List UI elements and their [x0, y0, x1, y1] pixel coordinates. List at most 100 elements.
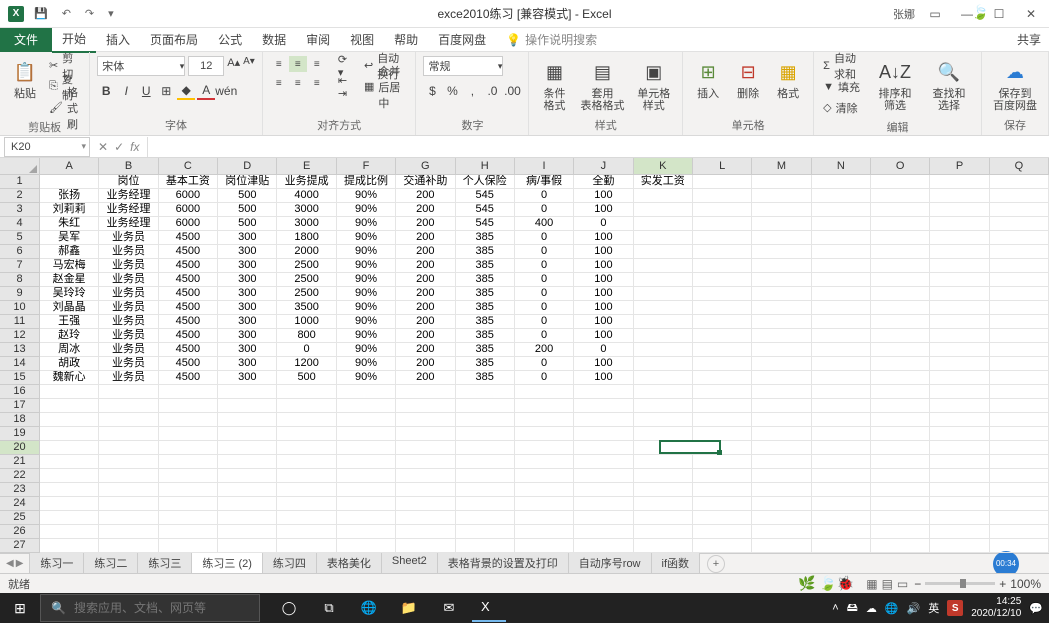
- cell[interactable]: 0: [515, 301, 574, 315]
- cell[interactable]: [99, 469, 158, 483]
- cell[interactable]: [99, 385, 158, 399]
- cortana-icon[interactable]: ◯: [272, 594, 306, 622]
- row-header[interactable]: 5: [0, 231, 40, 245]
- column-header[interactable]: F: [337, 158, 396, 175]
- ribbon-tab-帮助[interactable]: 帮助: [384, 27, 428, 52]
- increase-font-button[interactable]: A▴: [227, 56, 240, 76]
- cell[interactable]: [456, 413, 515, 427]
- cell[interactable]: [752, 497, 811, 511]
- cell[interactable]: [752, 189, 811, 203]
- cell[interactable]: [990, 427, 1049, 441]
- cell[interactable]: [693, 273, 752, 287]
- cell[interactable]: 提成比例: [337, 175, 396, 189]
- cell[interactable]: 3000: [277, 203, 336, 217]
- close-button[interactable]: ✕: [1019, 7, 1043, 21]
- redo-button[interactable]: ↷: [81, 5, 98, 22]
- cell[interactable]: [515, 399, 574, 413]
- cell[interactable]: [693, 231, 752, 245]
- font-name-select[interactable]: 宋体▾: [97, 56, 185, 76]
- cell[interactable]: [871, 427, 930, 441]
- taskbar-search-input[interactable]: [74, 601, 249, 615]
- cell[interactable]: 4500: [159, 357, 218, 371]
- cell[interactable]: 90%: [337, 231, 396, 245]
- currency-button[interactable]: $: [423, 82, 441, 100]
- cell[interactable]: 90%: [337, 189, 396, 203]
- align-top-button[interactable]: ≡: [270, 56, 288, 72]
- cell[interactable]: [456, 539, 515, 553]
- row-header[interactable]: 9: [0, 287, 40, 301]
- cell[interactable]: [693, 245, 752, 259]
- cell[interactable]: [752, 413, 811, 427]
- cell[interactable]: [515, 385, 574, 399]
- cell[interactable]: [634, 189, 693, 203]
- cell[interactable]: [277, 427, 336, 441]
- cell[interactable]: 实发工资: [634, 175, 693, 189]
- cell[interactable]: [634, 427, 693, 441]
- cell[interactable]: 200: [396, 371, 455, 385]
- cell[interactable]: 90%: [337, 343, 396, 357]
- cell[interactable]: [574, 427, 633, 441]
- cell[interactable]: [159, 525, 218, 539]
- cell[interactable]: 300: [218, 329, 277, 343]
- cell[interactable]: [337, 427, 396, 441]
- cell[interactable]: 200: [396, 203, 455, 217]
- cell[interactable]: 6000: [159, 217, 218, 231]
- page-layout-button[interactable]: ▤: [882, 577, 893, 591]
- cell[interactable]: 500: [218, 217, 277, 231]
- network-icon[interactable]: 🌐: [885, 602, 899, 615]
- cell[interactable]: [634, 525, 693, 539]
- cell[interactable]: [456, 385, 515, 399]
- cell[interactable]: [574, 385, 633, 399]
- cell[interactable]: [812, 539, 871, 553]
- cell[interactable]: [218, 455, 277, 469]
- cell[interactable]: [218, 539, 277, 553]
- cell[interactable]: 个人保险: [456, 175, 515, 189]
- cell[interactable]: [930, 441, 989, 455]
- cell[interactable]: 200: [396, 217, 455, 231]
- conditional-format-button[interactable]: ▦条件格式: [536, 56, 572, 114]
- cell[interactable]: 业务经理: [99, 217, 158, 231]
- cell[interactable]: 业务员: [99, 357, 158, 371]
- cell[interactable]: [396, 469, 455, 483]
- cell[interactable]: [515, 455, 574, 469]
- cell[interactable]: [812, 413, 871, 427]
- cell[interactable]: [396, 427, 455, 441]
- cell[interactable]: [456, 511, 515, 525]
- volume-icon[interactable]: 🔊: [907, 602, 921, 615]
- underline-button[interactable]: U: [137, 82, 155, 100]
- column-header[interactable]: N: [812, 158, 871, 175]
- cell[interactable]: 岗位: [99, 175, 158, 189]
- align-center-button[interactable]: ≡: [289, 75, 307, 91]
- edge-icon[interactable]: 🌐: [352, 594, 386, 622]
- cell[interactable]: [930, 427, 989, 441]
- cell[interactable]: [752, 525, 811, 539]
- cell[interactable]: [40, 385, 99, 399]
- cell[interactable]: 业务员: [99, 301, 158, 315]
- fx-button[interactable]: fx: [130, 140, 139, 154]
- cell[interactable]: [930, 329, 989, 343]
- cell[interactable]: 0: [515, 189, 574, 203]
- cell[interactable]: 385: [456, 301, 515, 315]
- cell[interactable]: 385: [456, 371, 515, 385]
- cell[interactable]: [456, 441, 515, 455]
- cell[interactable]: 300: [218, 301, 277, 315]
- cell[interactable]: 0: [515, 245, 574, 259]
- cell[interactable]: 1200: [277, 357, 336, 371]
- row-header[interactable]: 13: [0, 343, 40, 357]
- cell[interactable]: [812, 329, 871, 343]
- cell[interactable]: 400: [515, 217, 574, 231]
- ribbon-tab-页面布局[interactable]: 页面布局: [140, 27, 208, 52]
- save-baidu-button[interactable]: ☁保存到 百度网盘: [989, 56, 1041, 114]
- cell[interactable]: 0: [515, 231, 574, 245]
- cell[interactable]: [930, 273, 989, 287]
- cell[interactable]: [812, 525, 871, 539]
- share-button[interactable]: 共享: [1017, 31, 1049, 48]
- cell[interactable]: [752, 217, 811, 231]
- fill-button[interactable]: ▼填充: [821, 77, 866, 96]
- cell[interactable]: [515, 483, 574, 497]
- cell[interactable]: 2500: [277, 273, 336, 287]
- cell[interactable]: [990, 371, 1049, 385]
- cell[interactable]: [634, 245, 693, 259]
- cell[interactable]: [990, 217, 1049, 231]
- cell[interactable]: [990, 399, 1049, 413]
